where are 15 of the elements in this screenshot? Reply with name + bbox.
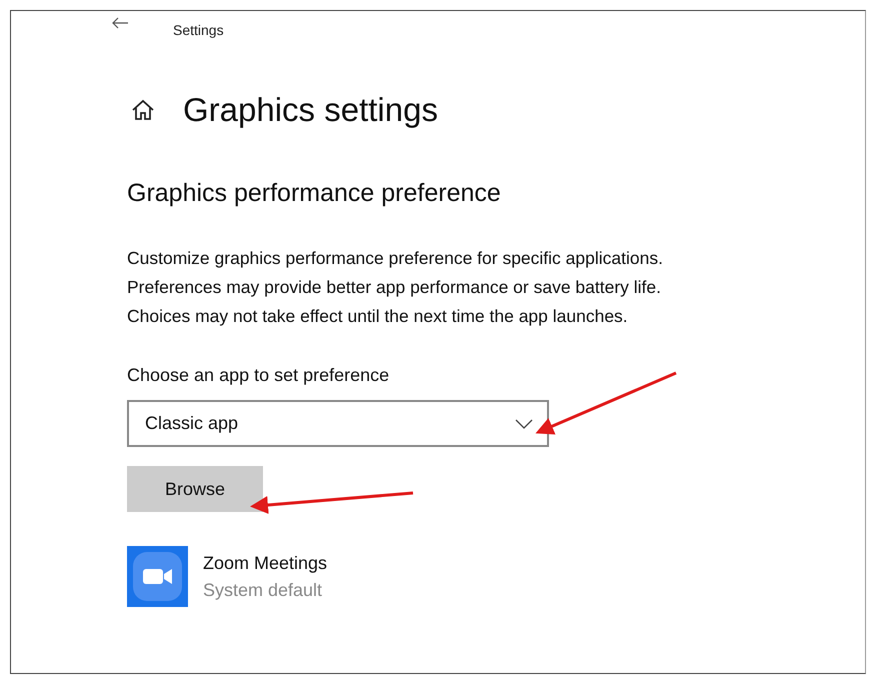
app-preference: System default bbox=[203, 580, 324, 600]
description-text: Preferences may provide better app performance or save battery life. bbox=[127, 276, 662, 299]
home-icon[interactable] bbox=[131, 99, 155, 121]
app-type-dropdown[interactable]: Classic app bbox=[127, 400, 549, 447]
chevron-down-icon bbox=[515, 418, 533, 428]
section-heading: Graphics performance preference bbox=[127, 179, 502, 208]
back-icon[interactable] bbox=[111, 17, 129, 29]
browse-button[interactable]: Browse bbox=[127, 466, 263, 512]
page-title: Graphics settings bbox=[183, 91, 438, 129]
window-title: Settings bbox=[173, 22, 224, 38]
chooser-label: Choose an app to set preference bbox=[127, 365, 390, 386]
description-text: Customize graphics performance preference for specific applications. bbox=[127, 247, 664, 270]
app-name: Zoom Meetings bbox=[203, 552, 328, 574]
video-camera-app-icon bbox=[127, 546, 188, 607]
description-text: Choices may not take effect until the next time the app launches. bbox=[127, 305, 629, 328]
